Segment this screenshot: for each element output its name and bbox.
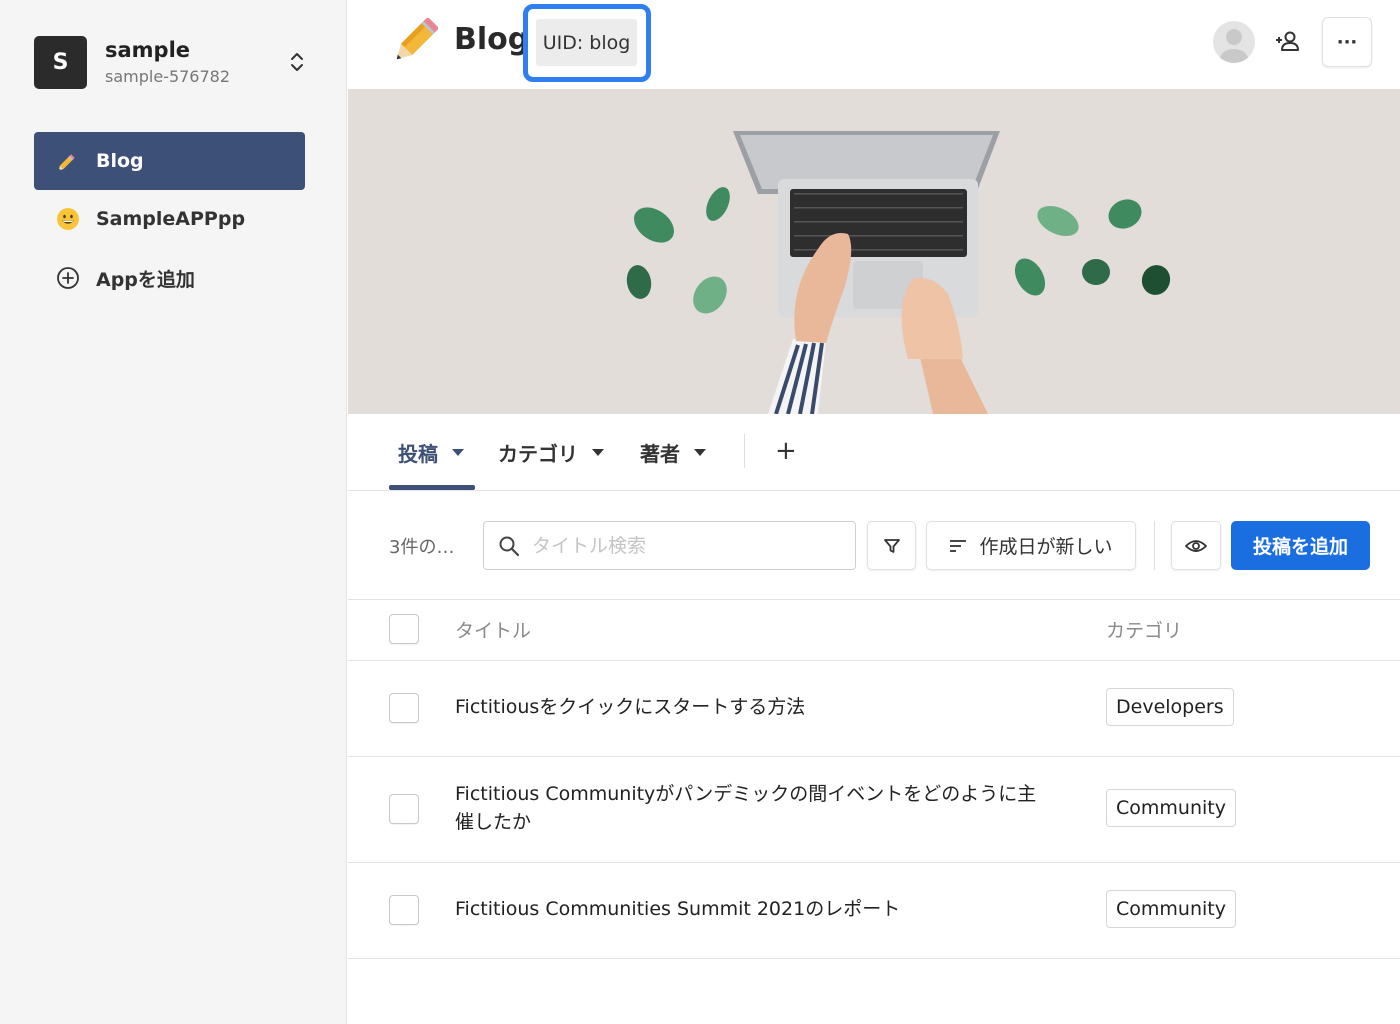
sidebar-item-label: Blog xyxy=(96,150,144,172)
pencil-icon xyxy=(56,149,80,173)
column-header-category[interactable]: カテゴリ xyxy=(1106,616,1182,643)
sidebar-item-sampleappp[interactable]: SampleAPPpp xyxy=(34,190,305,248)
sidebar-item-blog[interactable]: Blog xyxy=(34,132,305,190)
tab-label: 投稿 xyxy=(398,442,438,466)
workspace-name: sample xyxy=(105,38,191,62)
sidebar-item-label: Appを追加 xyxy=(96,268,195,291)
table-header: タイトル カテゴリ xyxy=(348,600,1400,661)
uid-highlight: UID: blog xyxy=(523,4,651,82)
chevron-up-down-icon[interactable] xyxy=(290,50,304,74)
result-count: 3件の… xyxy=(389,537,455,558)
table-row[interactable]: Fictitious Communityがパンデミックの間イベントをどのように主… xyxy=(348,757,1400,863)
app-header: Blog UID: blog ··· xyxy=(348,0,1400,89)
content-tabs: 投稿 カテゴリ 著者 + xyxy=(348,414,1400,491)
add-user-icon[interactable] xyxy=(1274,28,1302,56)
tab-categories[interactable]: カテゴリ xyxy=(498,438,604,467)
user-silhouette-icon xyxy=(1220,29,1248,63)
category-tag: Developers xyxy=(1106,688,1234,726)
caret-down-icon xyxy=(694,449,706,456)
add-post-button[interactable]: 投稿を追加 xyxy=(1231,521,1370,570)
tab-posts[interactable]: 投稿 xyxy=(398,438,464,467)
filter-button[interactable] xyxy=(867,521,916,570)
post-title[interactable]: Fictitious Communityがパンデミックの間イベントをどのように主… xyxy=(455,780,1055,836)
table-row[interactable]: Fictitiousをクイックにスタートする方法 Developers xyxy=(348,661,1400,757)
search-input[interactable] xyxy=(532,534,832,557)
divider xyxy=(744,434,745,468)
workspace-avatar: S xyxy=(34,36,87,89)
sort-button[interactable]: 作成日が新しい xyxy=(926,521,1136,570)
main-content: Blog UID: blog ··· 投稿 カテゴリ 著者 + 3件の… タイト… xyxy=(348,0,1400,1024)
page-title: Blog xyxy=(454,22,530,57)
more-options-button[interactable]: ··· xyxy=(1322,17,1372,67)
column-header-title[interactable]: タイトル xyxy=(455,616,531,643)
workspace-switcher[interactable]: S sample sample-576782 xyxy=(34,36,306,90)
caret-down-icon xyxy=(592,449,604,456)
row-checkbox[interactable] xyxy=(389,895,419,925)
list-toolbar: 3件の… 作成日が新しい xyxy=(348,491,1400,600)
table-row[interactable]: Fictitious Communities Summit 2021のレポート … xyxy=(348,863,1400,959)
sort-icon xyxy=(950,539,967,552)
row-checkbox[interactable] xyxy=(389,693,419,723)
search-icon xyxy=(499,536,520,556)
post-title[interactable]: Fictitiousをクイックにスタートする方法 xyxy=(455,693,1055,721)
workspace-id: sample-576782 xyxy=(105,67,231,86)
sidebar-item-add-app[interactable]: Appを追加 xyxy=(34,249,305,307)
sort-label: 作成日が新しい xyxy=(979,536,1113,558)
tab-authors[interactable]: 著者 xyxy=(640,438,706,467)
pencil-icon xyxy=(388,16,440,68)
plus-circle-icon xyxy=(56,266,80,290)
sidebar-item-label: SampleAPPpp xyxy=(96,208,246,230)
category-tag: Community xyxy=(1106,890,1236,928)
caret-down-icon xyxy=(452,449,464,456)
eye-icon xyxy=(1185,539,1207,552)
add-tab-button[interactable]: + xyxy=(775,436,797,466)
avatar[interactable] xyxy=(1213,21,1255,63)
view-button[interactable] xyxy=(1171,521,1221,570)
divider xyxy=(1154,521,1155,570)
search-box[interactable] xyxy=(483,521,856,570)
category-tag: Community xyxy=(1106,789,1236,827)
app-cover-image xyxy=(348,89,1400,414)
select-all-checkbox[interactable] xyxy=(389,614,419,644)
uid-badge[interactable]: UID: blog xyxy=(536,19,637,66)
tab-label: 著者 xyxy=(640,442,680,466)
tab-label: カテゴリ xyxy=(498,442,578,466)
active-tab-indicator xyxy=(389,485,475,490)
post-title[interactable]: Fictitious Communities Summit 2021のレポート xyxy=(455,895,1055,923)
grinning-face-icon xyxy=(56,207,80,231)
filter-icon xyxy=(883,538,900,553)
row-checkbox[interactable] xyxy=(389,794,419,824)
sidebar: S sample sample-576782 Blog SampleAPPpp … xyxy=(0,0,347,1024)
